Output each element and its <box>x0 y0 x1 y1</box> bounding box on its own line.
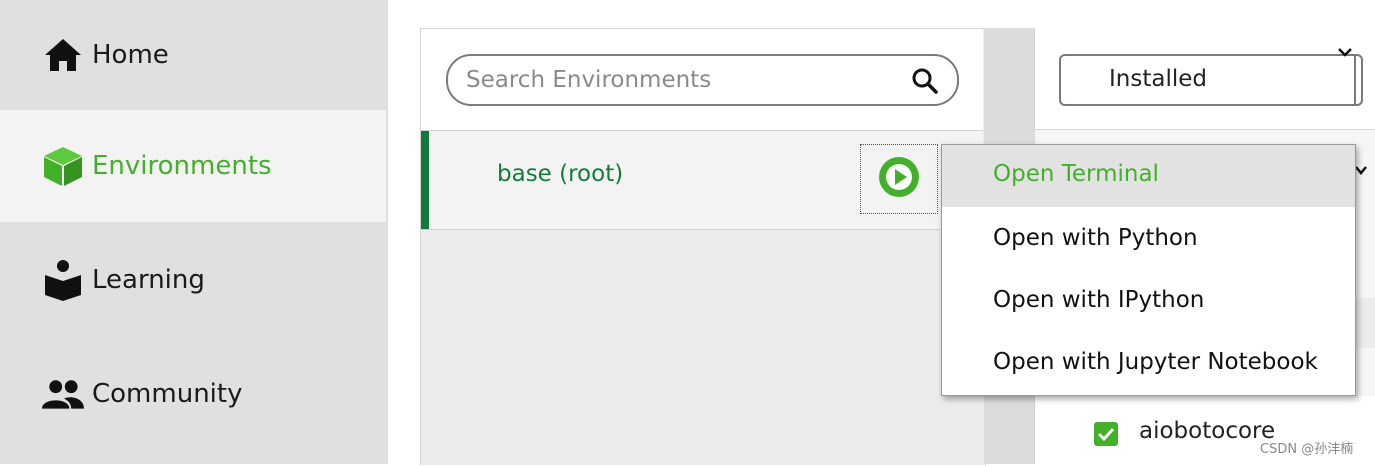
menu-item-label: Open with Python <box>993 225 1198 251</box>
package-name: aiobotocore <box>1139 418 1276 444</box>
sidebar-item-community[interactable]: Community <box>0 338 386 450</box>
menu-item-open-jupyter[interactable]: Open with Jupyter Notebook <box>942 333 1355 395</box>
people-icon <box>42 373 84 415</box>
search-box[interactable] <box>446 54 959 106</box>
sidebar-item-label: Learning <box>92 265 205 295</box>
play-icon <box>878 156 920 202</box>
package-checkbox[interactable] <box>1094 422 1118 446</box>
menu-item-open-terminal[interactable]: Open Terminal <box>942 145 1355 207</box>
menu-item-label: Open Terminal <box>993 161 1159 187</box>
package-filter-select[interactable]: Installed <box>1059 54 1363 106</box>
sidebar-item-label: Home <box>92 40 169 70</box>
menu-item-open-python[interactable]: Open with Python <box>942 209 1355 271</box>
menu-item-label: Open with IPython <box>993 287 1205 313</box>
packages-toolbar: Installed <box>1035 28 1375 130</box>
reader-icon <box>42 259 84 301</box>
search-input[interactable] <box>464 64 888 96</box>
sidebar-item-label: Environments <box>92 151 272 181</box>
sidebar-item-environments[interactable]: Environments <box>0 110 386 222</box>
search-area <box>421 29 983 131</box>
menu-item-label: Open with Jupyter Notebook <box>993 349 1318 375</box>
sidebar-item-home[interactable]: Home <box>0 0 386 110</box>
sidebar-item-label: Community <box>92 379 243 409</box>
cube-icon <box>42 145 84 187</box>
sidebar-item-learning[interactable]: Learning <box>0 224 386 336</box>
filter-value: Installed <box>1109 66 1207 92</box>
home-icon <box>42 34 84 76</box>
search-icon[interactable] <box>911 67 939 95</box>
run-context-menu: Open Terminal Open with Python Open with… <box>941 144 1356 396</box>
active-indicator <box>421 131 429 229</box>
watermark: CSDN @孙沣楠 <box>1260 442 1354 457</box>
environment-name: base (root) <box>497 161 624 187</box>
environment-row[interactable]: base (root) <box>421 131 983 230</box>
menu-item-open-ipython[interactable]: Open with IPython <box>942 271 1355 333</box>
chevron-down-icon[interactable] <box>1335 42 1355 66</box>
environments-panel: base (root) <box>420 28 986 465</box>
run-environment-button[interactable] <box>860 144 938 214</box>
sidebar: Home Environments Learning Community <box>0 0 388 464</box>
